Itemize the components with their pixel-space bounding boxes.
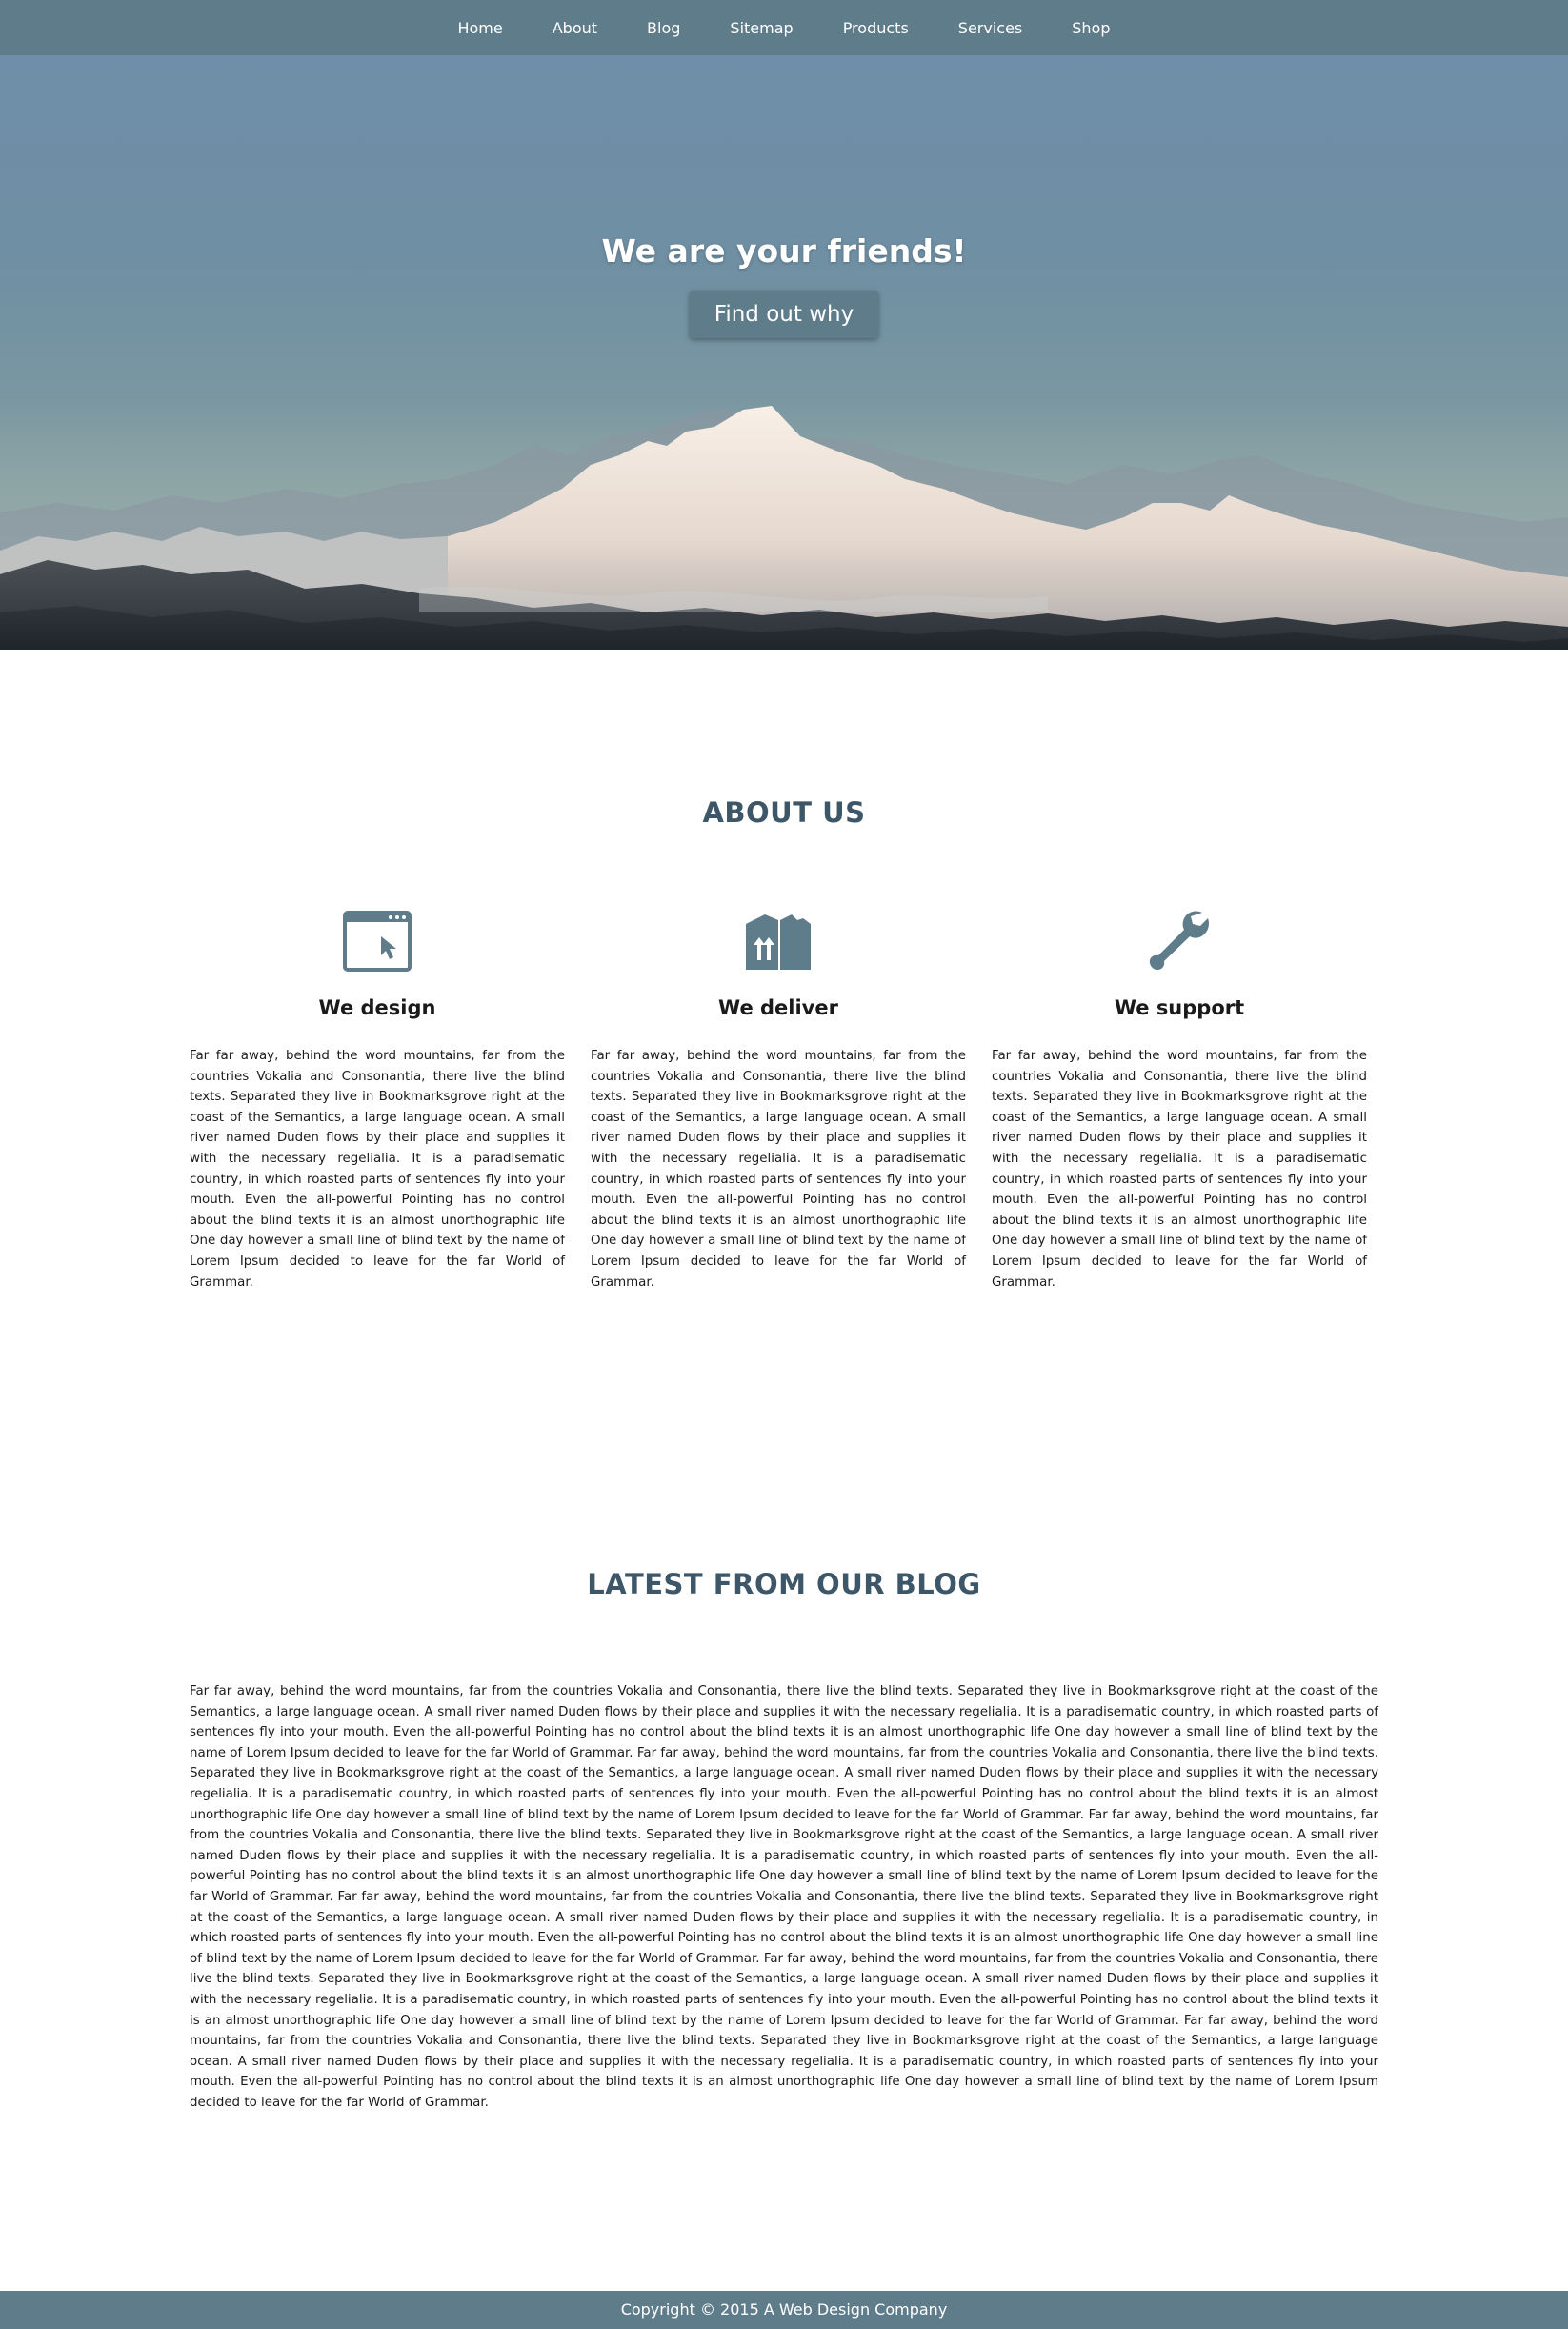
about-column-design: We design Far far away, behind the word … bbox=[190, 905, 565, 1293]
nav-link-shop[interactable]: Shop bbox=[1072, 19, 1110, 37]
nav-link-sitemap[interactable]: Sitemap bbox=[730, 19, 793, 37]
column-heading: We design bbox=[318, 996, 436, 1019]
browser-window-cursor-icon bbox=[343, 911, 412, 972]
nav-item-sitemap: Sitemap bbox=[705, 19, 817, 37]
column-heading: We support bbox=[1114, 996, 1245, 1019]
about-column-deliver: We deliver Far far away, behind the word… bbox=[591, 905, 966, 1293]
nav-item-services: Services bbox=[934, 19, 1047, 37]
package-box-icon bbox=[746, 914, 811, 970]
copyright-text: Copyright © 2015 A Web Design Company bbox=[620, 2300, 948, 2319]
nav-link-services[interactable]: Services bbox=[958, 19, 1022, 37]
nav-item-about: About bbox=[528, 19, 622, 37]
mountain-landscape-image bbox=[0, 406, 1568, 650]
about-section-title: ABOUT US bbox=[702, 796, 866, 829]
wrench-icon bbox=[1149, 911, 1209, 970]
icon-container bbox=[190, 905, 565, 977]
blog-section-title: LATEST FROM OUR BLOG bbox=[587, 1568, 981, 1600]
hero-title: We are your friends! bbox=[601, 232, 967, 270]
icon-container bbox=[591, 905, 966, 977]
column-text: Far far away, behind the word mountains,… bbox=[591, 1049, 966, 1290]
footer: Copyright © 2015 A Web Design Company bbox=[0, 2291, 1568, 2329]
nav-link-about[interactable]: About bbox=[553, 19, 597, 37]
about-column-support: We support Far far away, behind the word… bbox=[992, 905, 1367, 1293]
column-heading: We deliver bbox=[718, 996, 838, 1019]
column-text: Far far away, behind the word mountains,… bbox=[190, 1049, 565, 1290]
nav-menu: Home About Blog Sitemap Products Service… bbox=[0, 0, 1568, 55]
nav-item-blog: Blog bbox=[622, 19, 705, 37]
nav-item-products: Products bbox=[818, 19, 934, 37]
nav-link-home[interactable]: Home bbox=[457, 19, 502, 37]
hero-banner: We are your friends! Find out why bbox=[0, 55, 1568, 650]
blog-post-text: Far far away, behind the word mountains,… bbox=[190, 1684, 1378, 2110]
find-out-why-button[interactable]: Find out why bbox=[690, 291, 878, 338]
nav-item-home: Home bbox=[432, 19, 527, 37]
top-navigation-bar: Home About Blog Sitemap Products Service… bbox=[0, 0, 1568, 55]
icon-container bbox=[992, 905, 1367, 977]
nav-item-shop: Shop bbox=[1047, 19, 1135, 37]
nav-link-products[interactable]: Products bbox=[843, 19, 909, 37]
column-text: Far far away, behind the word mountains,… bbox=[992, 1049, 1367, 1290]
nav-link-blog[interactable]: Blog bbox=[647, 19, 680, 37]
